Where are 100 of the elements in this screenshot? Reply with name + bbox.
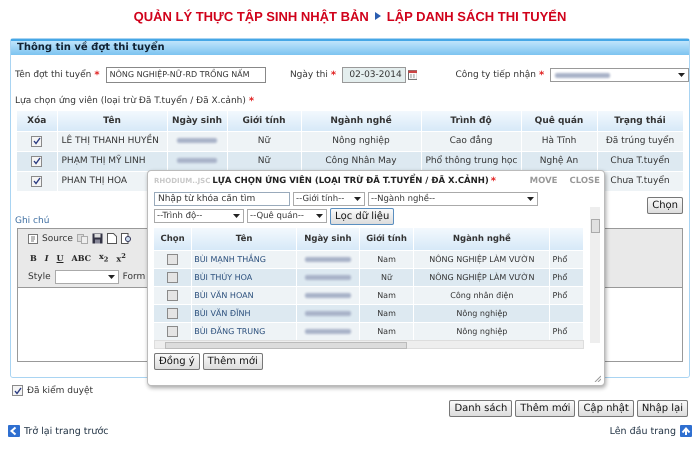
caret-icon[interactable]: [108, 274, 115, 278]
column-header: Ngành nghề: [414, 228, 550, 250]
table-cell: Phổ: [550, 322, 584, 340]
horizontal-scrollbar[interactable]: [154, 340, 584, 349]
checkbox[interactable]: [31, 136, 42, 146]
column-header: Trình độ: [421, 110, 521, 131]
table-cell: Nghệ An: [521, 151, 597, 171]
redacted-date: [304, 275, 351, 280]
panel-title: Thông tin về đợt thi tuyển: [11, 39, 689, 55]
checkbox[interactable]: [167, 272, 178, 283]
caret-icon[interactable]: [354, 197, 361, 201]
dialog-button[interactable]: Đồng ý: [154, 352, 200, 370]
caret-icon[interactable]: [527, 197, 534, 201]
table-cell: Phổ: [550, 250, 584, 268]
format-button[interactable]: I: [42, 252, 51, 262]
action-button[interactable]: Cập nhật: [578, 400, 634, 417]
table-cell: NÔNG NGHIỆP LÀM VƯỜN: [414, 268, 550, 286]
table-cell: Nữ: [359, 268, 414, 286]
required-mark: *: [248, 96, 254, 106]
required-mark: *: [490, 176, 496, 186]
column-header: Chọn: [154, 228, 192, 250]
filter-button[interactable]: Lọc dữ liệu: [330, 208, 394, 224]
education-select[interactable]: --Trình độ--: [154, 209, 244, 223]
top-link[interactable]: Lên đầu trang: [610, 425, 692, 437]
up-arrow-icon: [680, 425, 692, 437]
redacted-date: [304, 329, 351, 334]
format-button[interactable]: x$_{2}$: [96, 251, 110, 264]
choose-button[interactable]: Chọn: [647, 196, 683, 214]
format-button[interactable]: B: [28, 252, 39, 262]
source-button[interactable]: Source: [42, 234, 73, 244]
format-button[interactable]: U: [54, 252, 66, 262]
action-button[interactable]: Nhập lại: [636, 400, 688, 417]
table-cell: Nữ: [227, 151, 301, 171]
column-header: Trạng thái: [597, 110, 683, 131]
checkbox[interactable]: [167, 308, 178, 319]
column-header: Ngành nghề: [301, 110, 421, 131]
field-label: Ngày thi: [290, 70, 328, 80]
checkbox[interactable]: [31, 156, 42, 166]
table-cell: Phổ: [550, 268, 584, 286]
column-header: Ngày sinh: [167, 110, 227, 131]
checkbox[interactable]: [167, 326, 178, 337]
section-label: Lựa chọn ứng viên (loại trừ Đã T.tuyển / Đã X.cảnh): [15, 96, 246, 106]
document-icon[interactable]: [106, 233, 117, 244]
table-cell: PHẠM THỊ MỸ LINH: [57, 151, 167, 171]
vertical-scrollbar[interactable]: [590, 207, 600, 343]
table-cell: Nam: [359, 304, 414, 322]
triangle-icon: [374, 12, 381, 20]
required-mark: *: [330, 70, 336, 81]
action-button[interactable]: Thêm mới: [515, 400, 576, 417]
table-cell: Cao đẳng: [421, 131, 521, 151]
action-button[interactable]: Danh sách: [449, 400, 512, 417]
required-mark: *: [539, 70, 544, 81]
table-cell: Phổ: [550, 286, 584, 304]
table-cell: Hà Tĩnh: [521, 131, 597, 151]
table-cell: Phổ thông trung học: [421, 151, 521, 171]
style-label: Style: [28, 272, 51, 282]
column-header: Xóa: [17, 110, 57, 131]
checkbox[interactable]: [167, 254, 178, 265]
calendar-icon[interactable]: [408, 70, 418, 80]
table-cell: Nông nghiệp: [414, 304, 550, 322]
hometown-select[interactable]: --Quê quán--: [247, 209, 327, 223]
column-header: Giới tính: [359, 228, 414, 250]
redacted-date: [177, 138, 217, 143]
column-header: Tên: [57, 110, 167, 131]
preview-icon[interactable]: [120, 233, 132, 244]
format-button[interactable]: x$^{2}$: [114, 252, 128, 264]
occupation-select[interactable]: --Ngành nghề--: [368, 192, 538, 206]
table-cell: BÙI VĂN ĐĨNH: [192, 304, 296, 322]
table-cell: Đã trúng tuyển: [597, 131, 683, 151]
table-cell: Nông nghiệp: [414, 322, 550, 340]
caret-icon[interactable]: [233, 214, 240, 218]
checkbox[interactable]: [31, 176, 42, 186]
dialog-button[interactable]: Thêm mới: [202, 352, 263, 370]
redacted-value: [555, 72, 610, 78]
redacted-date: [304, 311, 351, 316]
date-field[interactable]: 02-03-2014: [342, 67, 406, 83]
required-mark: *: [94, 70, 100, 81]
resize-grip-icon[interactable]: [593, 374, 601, 382]
dialog-title: LỰA CHỌN ỨNG VIÊN (LOẠI TRỪ ĐÃ T.TUYỂN / ĐÃ X.CẢNH): [212, 176, 489, 186]
gender-select[interactable]: --Giới tính--: [293, 192, 365, 206]
save-icon[interactable]: [92, 233, 103, 244]
text-field[interactable]: NÔNG NGHIỆP-NỮ-RD TRỒNG NẤM: [106, 67, 266, 83]
format-label: Form: [122, 272, 146, 282]
caret-icon[interactable]: [316, 214, 323, 218]
table-cell: BÙI ĐĂNG TRUNG: [192, 322, 296, 340]
table-cell: NÔNG NGHIỆP LÀM VƯỜN: [414, 250, 550, 268]
table-cell: Nam: [359, 322, 414, 340]
caret-icon[interactable]: [678, 73, 685, 77]
checkbox[interactable]: [12, 385, 23, 396]
table-cell: Nam: [359, 250, 414, 268]
format-button[interactable]: ABC: [70, 252, 93, 262]
column-header: Ngày sinh: [296, 228, 360, 250]
table-cell: Công nhân điện: [414, 286, 550, 304]
table-cell: Nông nghiệp: [301, 131, 421, 151]
page-subtitle: LẬP DANH SÁCH THI TUYỂN: [386, 8, 566, 24]
checkbox[interactable]: [167, 290, 178, 301]
field-label: Công ty tiếp nhận: [455, 70, 536, 80]
back-link[interactable]: Trở lại trang trước: [8, 425, 108, 437]
source-icon[interactable]: [28, 234, 38, 244]
redacted-date: [304, 257, 351, 262]
